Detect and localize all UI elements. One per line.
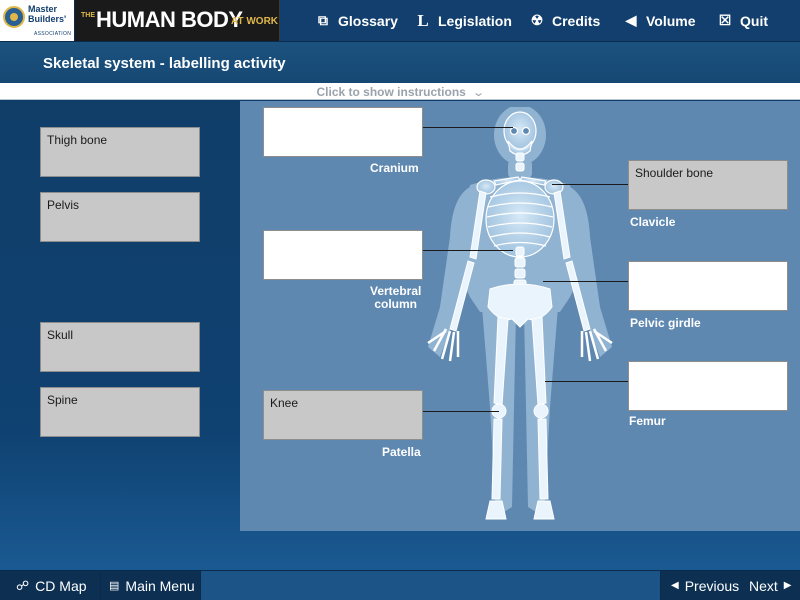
brand-prefix: THE <box>81 12 95 19</box>
credits-button[interactable]: ☢ Credits <box>528 0 601 41</box>
cd-map-icon: ☍ <box>16 577 30 593</box>
chevron-right-icon: ▶ <box>783 580 792 591</box>
skeleton-illustration <box>427 107 613 520</box>
page-navigation: ◀ Previous Next ▶ <box>660 571 800 600</box>
previous-button[interactable]: ◀ Previous <box>671 571 739 600</box>
leader-line-clavicle <box>552 184 628 185</box>
leader-line-vertebral-column <box>423 250 513 251</box>
drop-target-clavicle[interactable]: Shoulder bone <box>628 160 788 210</box>
drop-target-cranium[interactable] <box>263 107 423 157</box>
label-cranium: Cranium <box>370 161 419 175</box>
cd-map-label: CD Map <box>35 577 87 594</box>
leader-line-femur <box>545 381 628 382</box>
leader-line-patella <box>423 411 499 412</box>
legislation-label: Legislation <box>438 12 512 29</box>
logo-subtitle: ASSOCIATION <box>34 31 72 37</box>
leader-line-pelvic-girdle <box>543 281 628 282</box>
glossary-button[interactable]: ⧉ Glossary <box>314 0 398 41</box>
page-title: Skeletal system - labelling activity <box>43 55 286 72</box>
label-vertebral-line2: column <box>374 297 418 311</box>
volume-icon: ◀ <box>625 12 637 28</box>
bottom-bar: ☍ CD Map ▤ Main Menu ◀ Previous Next ▶ <box>0 570 800 600</box>
quit-icon: ☒ <box>718 12 732 28</box>
credits-label: Credits <box>552 12 601 29</box>
logo-line2: Builders' <box>28 14 67 24</box>
label-femur: Femur <box>629 414 666 428</box>
answer-card-thigh-bone[interactable]: Thigh bone <box>40 127 200 177</box>
master-builders-logo: Master Builders' ASSOCIATION <box>0 0 75 41</box>
human-body-at-work-banner: THE HUMAN BODY AT WORK <box>75 0 280 41</box>
answer-card-spine[interactable]: Spine <box>40 387 200 437</box>
label-pelvic-girdle: Pelvic girdle <box>630 316 701 330</box>
title-band: Skeletal system - labelling activity <box>0 42 800 83</box>
leader-line-cranium <box>423 127 513 128</box>
brand-accent: AT WORK <box>231 16 279 27</box>
answer-card-skull[interactable]: Skull <box>40 322 200 372</box>
previous-label: Previous <box>684 577 740 594</box>
volume-label: Volume <box>646 12 696 29</box>
menu-icon: ▤ <box>109 580 120 592</box>
glossary-label: Glossary <box>338 12 398 29</box>
brand-title: HUMAN BODY <box>96 7 243 32</box>
logo-text: Master Builders' <box>28 4 73 24</box>
chevron-left-icon: ◀ <box>671 580 679 591</box>
drop-target-femur[interactable] <box>628 361 788 411</box>
top-bar: Master Builders' ASSOCIATION THE HUMAN B… <box>0 0 800 42</box>
legislation-button[interactable]: L Legislation <box>414 0 512 41</box>
chevron-down-icon: ⌄ <box>472 87 486 99</box>
logo-line1: Master <box>28 4 58 14</box>
label-clavicle: Clavicle <box>630 215 676 229</box>
label-vertebral-column: Vertebral column <box>370 285 421 311</box>
main-menu-label: Main Menu <box>125 577 195 594</box>
drop-target-patella[interactable]: Knee <box>263 390 423 440</box>
seal-icon <box>3 6 25 28</box>
cd-map-button[interactable]: ☍ CD Map <box>0 571 101 600</box>
instructions-text: Click to show instructions <box>316 85 466 99</box>
main-menu-button[interactable]: ▤ Main Menu <box>101 571 201 600</box>
legislation-icon: L <box>417 10 429 30</box>
next-button[interactable]: Next ▶ <box>749 571 792 600</box>
quit-button[interactable]: ☒ Quit <box>716 0 768 41</box>
next-label: Next <box>749 577 778 594</box>
volume-button[interactable]: ◀ Volume <box>622 0 696 41</box>
quit-label: Quit <box>740 12 768 29</box>
glossary-icon: ⧉ <box>318 12 328 28</box>
show-instructions-toggle[interactable]: Click to show instructions ⌄ <box>0 83 800 100</box>
drop-target-pelvic-girdle[interactable] <box>628 261 788 311</box>
drop-target-vertebral-column[interactable] <box>263 230 423 280</box>
answer-card-pelvis[interactable]: Pelvis <box>40 192 200 242</box>
label-patella: Patella <box>382 445 421 459</box>
credits-icon: ☢ <box>530 12 544 28</box>
